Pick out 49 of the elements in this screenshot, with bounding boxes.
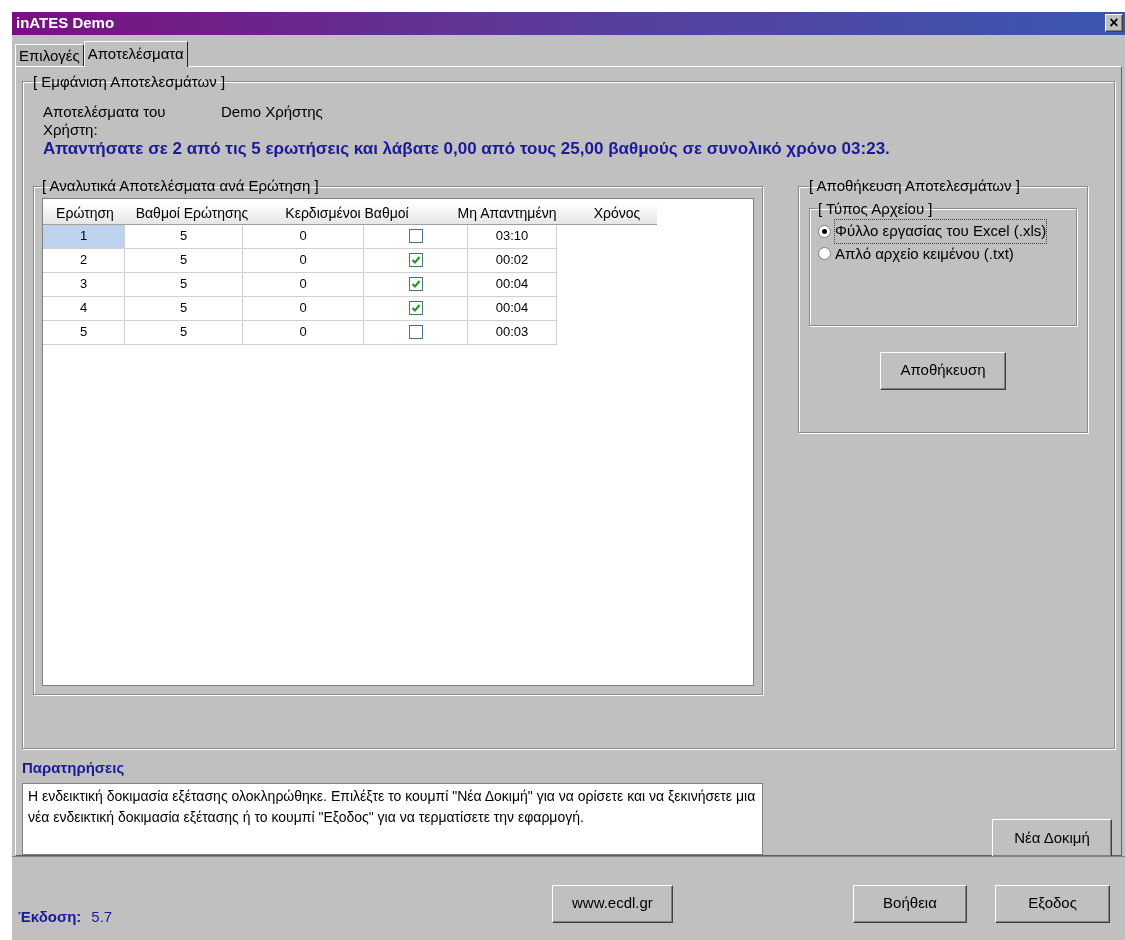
exit-button[interactable]: Εξοδος: [995, 884, 1110, 923]
checkbox[interactable]: [408, 229, 423, 244]
group-title: [ Τύπος Αρχείου ]: [818, 198, 933, 219]
table-cell: 00:02: [468, 248, 557, 273]
checked-checkbox[interactable]: [408, 253, 423, 268]
table-cell: 03:10: [468, 224, 557, 249]
user-name: Demo Χρήστης: [221, 103, 323, 123]
remarks-text: Η ενδεικτική δοκιμασία εξέτασης ολοκληρώθηκε. Επιλέξτε το κουμπί "Νέα Δοκιμή" για να ορίσετε και να ξεκινήσετε μια νέα ενδεικτική δοκιμασία εξέτασης ή το κουμπί "Εξοδος" για να τερματίσετε την εφαρμογή.: [22, 783, 763, 856]
option-label[interactable]: Φύλλο εργασίας του Excel (.xls): [835, 220, 1047, 243]
window-title: inATES Demo: [15, 13, 115, 34]
group-title: [ Αποθήκευση Αποτελεσμάτων ]: [809, 176, 1020, 197]
table-cell: 0: [243, 272, 364, 297]
help-button[interactable]: Βοήθεια: [852, 884, 968, 923]
user-label: Αποτελέσματα του Χρήστη:: [43, 103, 167, 140]
option-label[interactable]: Απλό αρχείο κειμένου (.txt): [835, 242, 1014, 266]
checked-checkbox[interactable]: [408, 301, 423, 316]
table-cell: 00:03: [468, 320, 557, 345]
radio-button[interactable]: [818, 224, 831, 238]
table-cell: 5: [125, 296, 243, 321]
table-cell: 3: [43, 272, 125, 297]
table-cell: 5: [125, 272, 243, 297]
version-label: Έκδοση:: [18, 907, 82, 928]
table-cell: 5: [43, 320, 125, 345]
save-button[interactable]: Αποθήκευση: [880, 351, 1006, 390]
table-cell: 5: [125, 320, 243, 345]
close-button[interactable]: ×: [1105, 14, 1123, 33]
tab[interactable]: Αποτελέσματα: [83, 40, 188, 67]
table-cell: 0: [243, 224, 364, 249]
table-cell: 0: [243, 248, 364, 273]
table-cell: 00:04: [468, 272, 557, 297]
website-button[interactable]: www.ecdl.gr: [552, 884, 673, 923]
results-summary: Απαντήσατε σε 2 από τις 5 ερωτήσεις και λάβατε 0,00 από τους 25,00 βαθμούς σε συνολικό χρόνο 03:23.: [42, 139, 891, 160]
checked-checkbox[interactable]: [408, 277, 423, 292]
table-cell: 5: [125, 248, 243, 273]
radio-button[interactable]: [818, 247, 831, 261]
table-cell: 0: [243, 296, 364, 321]
new-test-button[interactable]: Νέα Δοκιμή: [992, 819, 1112, 858]
table-cell: 2: [43, 248, 125, 273]
remarks-label: Παρατηρήσεις: [22, 757, 126, 778]
version-number: 5.7: [91, 907, 113, 928]
checkbox[interactable]: [408, 325, 423, 340]
table-cell: 5: [125, 224, 243, 249]
table-cell: 00:04: [468, 296, 557, 321]
group-title: [ Εμφάνιση Αποτελεσμάτων ]: [33, 71, 226, 92]
tab[interactable]: Επιλογές: [15, 43, 84, 66]
group-title: [ Αναλυτικά Αποτελέσματα ανά Ερώτηση ]: [42, 176, 319, 197]
table-cell: 1: [43, 224, 125, 249]
table-cell: 4: [43, 296, 125, 321]
table-cell: 0: [243, 320, 364, 345]
